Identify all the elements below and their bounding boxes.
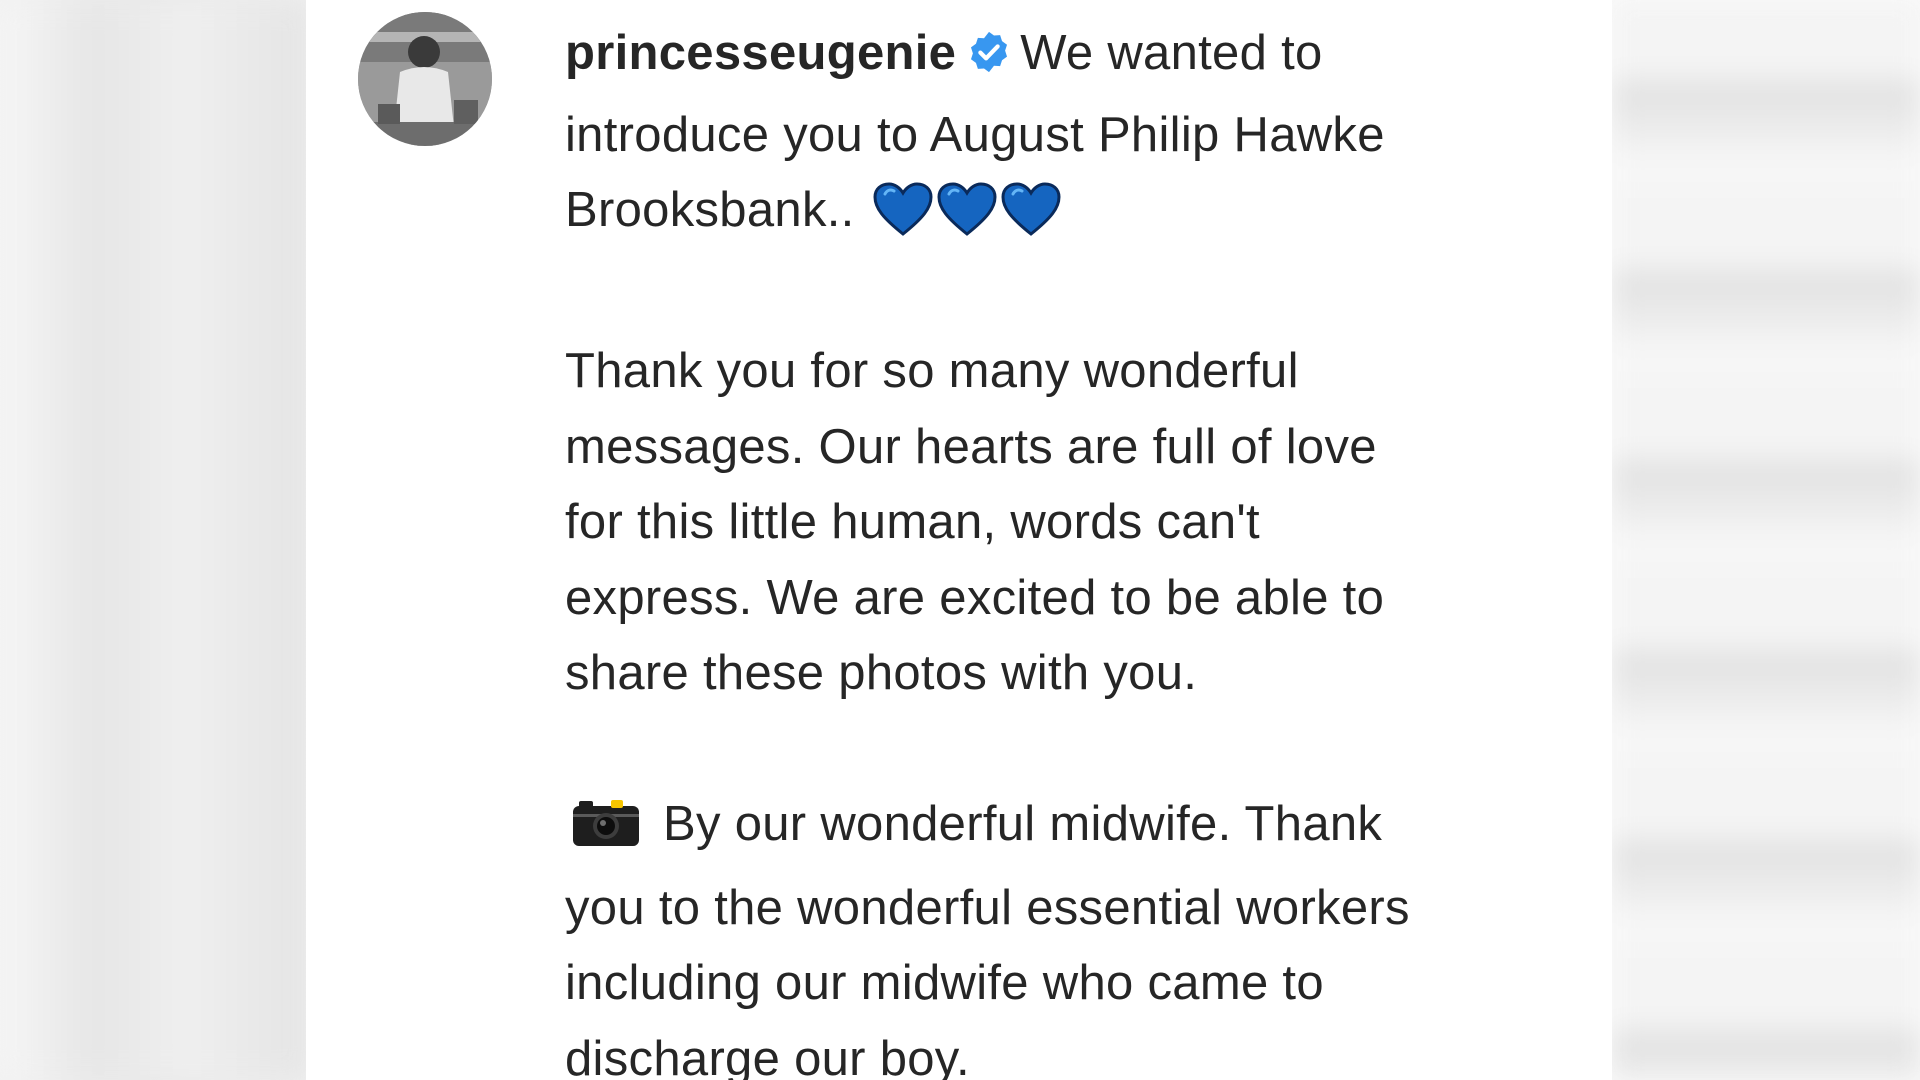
caption-line: including our midwife who came to xyxy=(565,956,1324,1010)
caption-line: for this little human, words can't xyxy=(565,495,1260,549)
avatar-photo xyxy=(358,12,492,146)
caption-line: introduce you to August Philip Hawke xyxy=(565,107,1385,162)
username-link[interactable]: princesseugenie xyxy=(565,26,956,80)
post-caption: princesseugenie We wanted to introduce yo… xyxy=(565,16,1585,1080)
blurred-background-left xyxy=(0,0,310,1080)
instagram-caption-card: princesseugenie We wanted to introduce yo… xyxy=(306,0,1612,1080)
camera-icon xyxy=(571,795,641,871)
caption-line: discharge our boy. xyxy=(565,1031,970,1080)
verified-badge-icon xyxy=(966,22,1012,98)
caption-line: We wanted to xyxy=(1020,26,1323,80)
avatar[interactable] xyxy=(358,12,492,146)
caption-paragraph-1: princesseugenie We wanted to introduce yo… xyxy=(565,16,1585,259)
blue-heart-icon xyxy=(873,182,933,259)
caption-paragraph-2: Thank you for so many wonderful messages… xyxy=(565,334,1585,712)
caption-line: Brooksbank.. xyxy=(565,183,855,237)
caption-line: messages. Our hearts are full of love xyxy=(565,419,1377,474)
caption-paragraph-3: By our wonderful midwife. Thank you to t… xyxy=(565,787,1585,1080)
caption-line: share these photos with you. xyxy=(565,646,1198,700)
caption-line: you to the wonderful essential workers xyxy=(565,880,1410,935)
caption-line: Thank you for so many wonderful xyxy=(565,344,1299,398)
blue-heart-icon xyxy=(1001,182,1061,259)
caption-line: express. We are excited to be able to xyxy=(565,570,1385,625)
caption-line: By our wonderful midwife. Thank xyxy=(663,797,1383,851)
video-frame: princesseugenie We wanted to introduce yo… xyxy=(0,0,1920,1080)
blue-heart-icon xyxy=(937,182,997,259)
blurred-background-right xyxy=(1612,0,1920,1080)
